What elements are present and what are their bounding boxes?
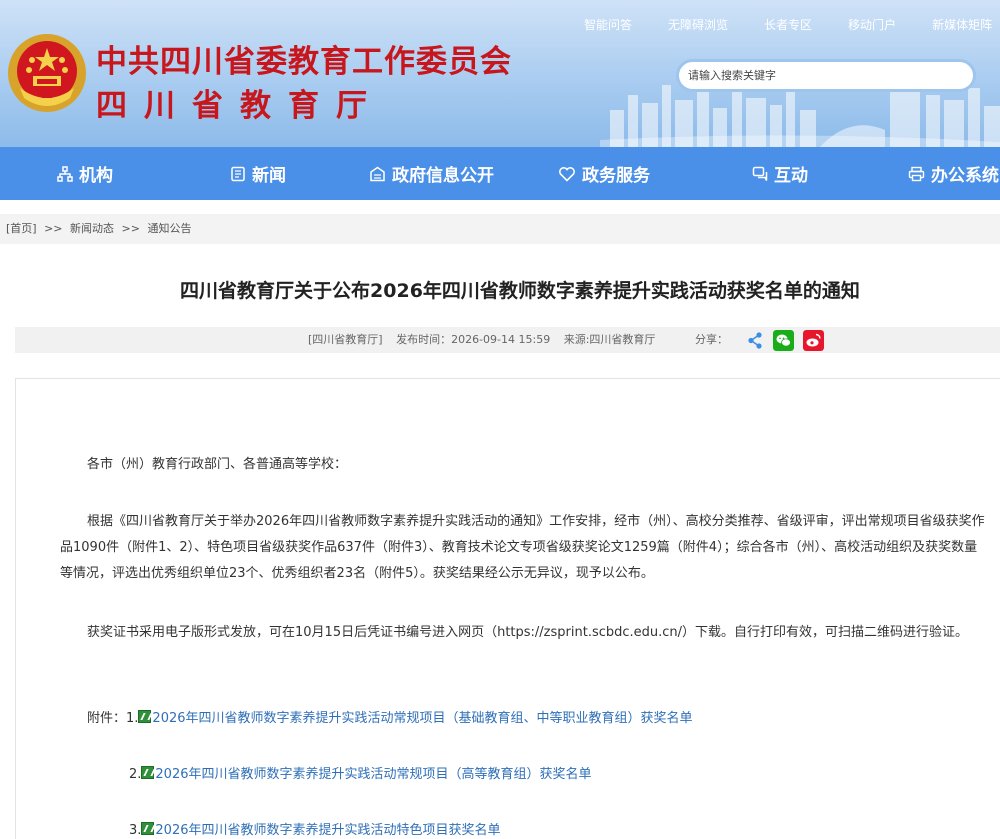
nav-item-office-system[interactable]: 办公系统 bbox=[908, 147, 999, 200]
salutation: 各市（州）教育行政部门、各普通高等学校： bbox=[60, 452, 985, 478]
breadcrumb-notices[interactable]: 通知公告 bbox=[147, 222, 191, 235]
search-input[interactable] bbox=[679, 62, 973, 89]
salutation-text: 各市（州）教育行政部门、各普通高等学校： bbox=[87, 457, 348, 472]
breadcrumb: [首页] >> 新闻动态 >> 通知公告 bbox=[0, 214, 1000, 244]
attachment-link-3[interactable]: 2026年四川省教师数字素养提升实践活动特色项目获奖名单 bbox=[155, 823, 500, 838]
printer-icon bbox=[908, 166, 925, 181]
main-nav: 机构 新闻 政府信息公开 政务服务 互动 办公系统 bbox=[0, 147, 1000, 200]
nav-label-info-disclosure: 政府信息公开 bbox=[392, 166, 494, 186]
meta-source: 来源:四川省教育厅 bbox=[563, 333, 656, 346]
nav-item-org[interactable]: 机构 bbox=[57, 147, 113, 200]
attachment-number: 2. bbox=[129, 767, 142, 782]
nav-item-gov-service[interactable]: 政务服务 bbox=[558, 147, 650, 200]
attachment-label: 附件： bbox=[87, 711, 127, 726]
paragraph-1: 根据《四川省教育厅关于举办2026年四川省教师数字素养提升实践活动的通知》工作安… bbox=[60, 514, 985, 581]
nav-label-gov-service: 政务服务 bbox=[582, 166, 650, 186]
attachment-item-1: 附件：1. 2026年四川省教师数字素养提升实践活动常规项目（基础教育组、中等职业… bbox=[87, 707, 693, 726]
weibo-icon[interactable] bbox=[803, 330, 824, 351]
breadcrumb-news[interactable]: 新闻动态 bbox=[70, 222, 114, 235]
search-box bbox=[676, 59, 976, 92]
top-link-accessibility[interactable]: 无障碍浏览 bbox=[668, 16, 728, 33]
share-icon[interactable] bbox=[745, 330, 766, 351]
chat-icon bbox=[752, 166, 768, 181]
nav-label-interaction: 互动 bbox=[774, 166, 808, 186]
org-title: 中共四川省委教育工作委员会 bbox=[96, 44, 512, 80]
info-disclosure-icon bbox=[370, 166, 385, 181]
meta-source-tag: [四川省教育厅] bbox=[308, 333, 383, 346]
nav-item-info-disclosure[interactable]: 政府信息公开 bbox=[369, 147, 494, 200]
nav-label-org: 机构 bbox=[79, 166, 113, 186]
org-chart-icon bbox=[57, 165, 73, 182]
nav-item-interaction[interactable]: 互动 bbox=[752, 147, 808, 200]
paragraph-2: 获奖证书采用电子版形式发放，可在10月15日后凭证书编号进入网页（https:/… bbox=[87, 625, 969, 640]
article-meta-bar: [四川省教育厅] 发布时间：2026-09-14 15:59 来源:四川省教育厅… bbox=[15, 327, 1000, 353]
top-link-elder-zone[interactable]: 长者专区 bbox=[764, 16, 812, 33]
news-icon bbox=[231, 166, 245, 181]
nav-label-news: 新闻 bbox=[252, 166, 286, 186]
heart-service-icon bbox=[559, 166, 575, 182]
breadcrumb-separator: >> bbox=[44, 222, 63, 235]
meta-info: [四川省教育厅] 发布时间：2026-09-14 15:59 来源:四川省教育厅 bbox=[308, 327, 665, 353]
dept-title: 四川省教育厅 bbox=[96, 88, 384, 124]
attachment-item-2: 2. 2026年四川省教师数字素养提升实践活动常规项目（高等教育组）获奖名单 bbox=[129, 763, 592, 782]
national-emblem-logo bbox=[8, 34, 86, 112]
breadcrumb-home[interactable]: [首页] bbox=[6, 222, 37, 235]
article-title: 四川省教育厅关于公布2026年四川省教师数字素养提升实践活动获奖名单的通知 bbox=[180, 280, 860, 302]
nav-label-office-system: 办公系统 bbox=[931, 166, 999, 186]
top-link-mobile-portal[interactable]: 移动门户 bbox=[848, 16, 896, 33]
breadcrumb-separator: >> bbox=[121, 222, 140, 235]
top-link-smart-qa[interactable]: 智能问答 bbox=[584, 16, 632, 33]
excel-file-icon bbox=[141, 766, 155, 779]
meta-publish-time: 发布时间：2026-09-14 15:59 bbox=[396, 333, 551, 346]
attachment-number: 1. bbox=[126, 711, 139, 726]
site-header: 中共四川省委教育工作委员会 四川省教育厅 智能问答 无障碍浏览 长者专区 移动门… bbox=[0, 0, 1000, 147]
attachment-item-3: 3. 2026年四川省教师数字素养提升实践活动特色项目获奖名单 bbox=[129, 819, 501, 838]
attachment-link-1[interactable]: 2026年四川省教师数字素养提升实践活动常规项目（基础教育组、中等职业教育组）获… bbox=[152, 711, 692, 726]
nav-item-news[interactable]: 新闻 bbox=[230, 147, 286, 200]
excel-file-icon bbox=[138, 710, 152, 723]
attachment-number: 3. bbox=[129, 823, 142, 838]
attachment-link-2[interactable]: 2026年四川省教师数字素养提升实践活动常规项目（高等教育组）获奖名单 bbox=[155, 767, 591, 782]
top-links: 智能问答 无障碍浏览 长者专区 移动门户 新媒体矩阵 bbox=[584, 16, 1000, 33]
excel-file-icon bbox=[141, 822, 155, 835]
share-label: 分享： bbox=[695, 333, 728, 346]
wechat-icon[interactable] bbox=[773, 330, 794, 351]
top-link-new-media[interactable]: 新媒体矩阵 bbox=[932, 16, 992, 33]
